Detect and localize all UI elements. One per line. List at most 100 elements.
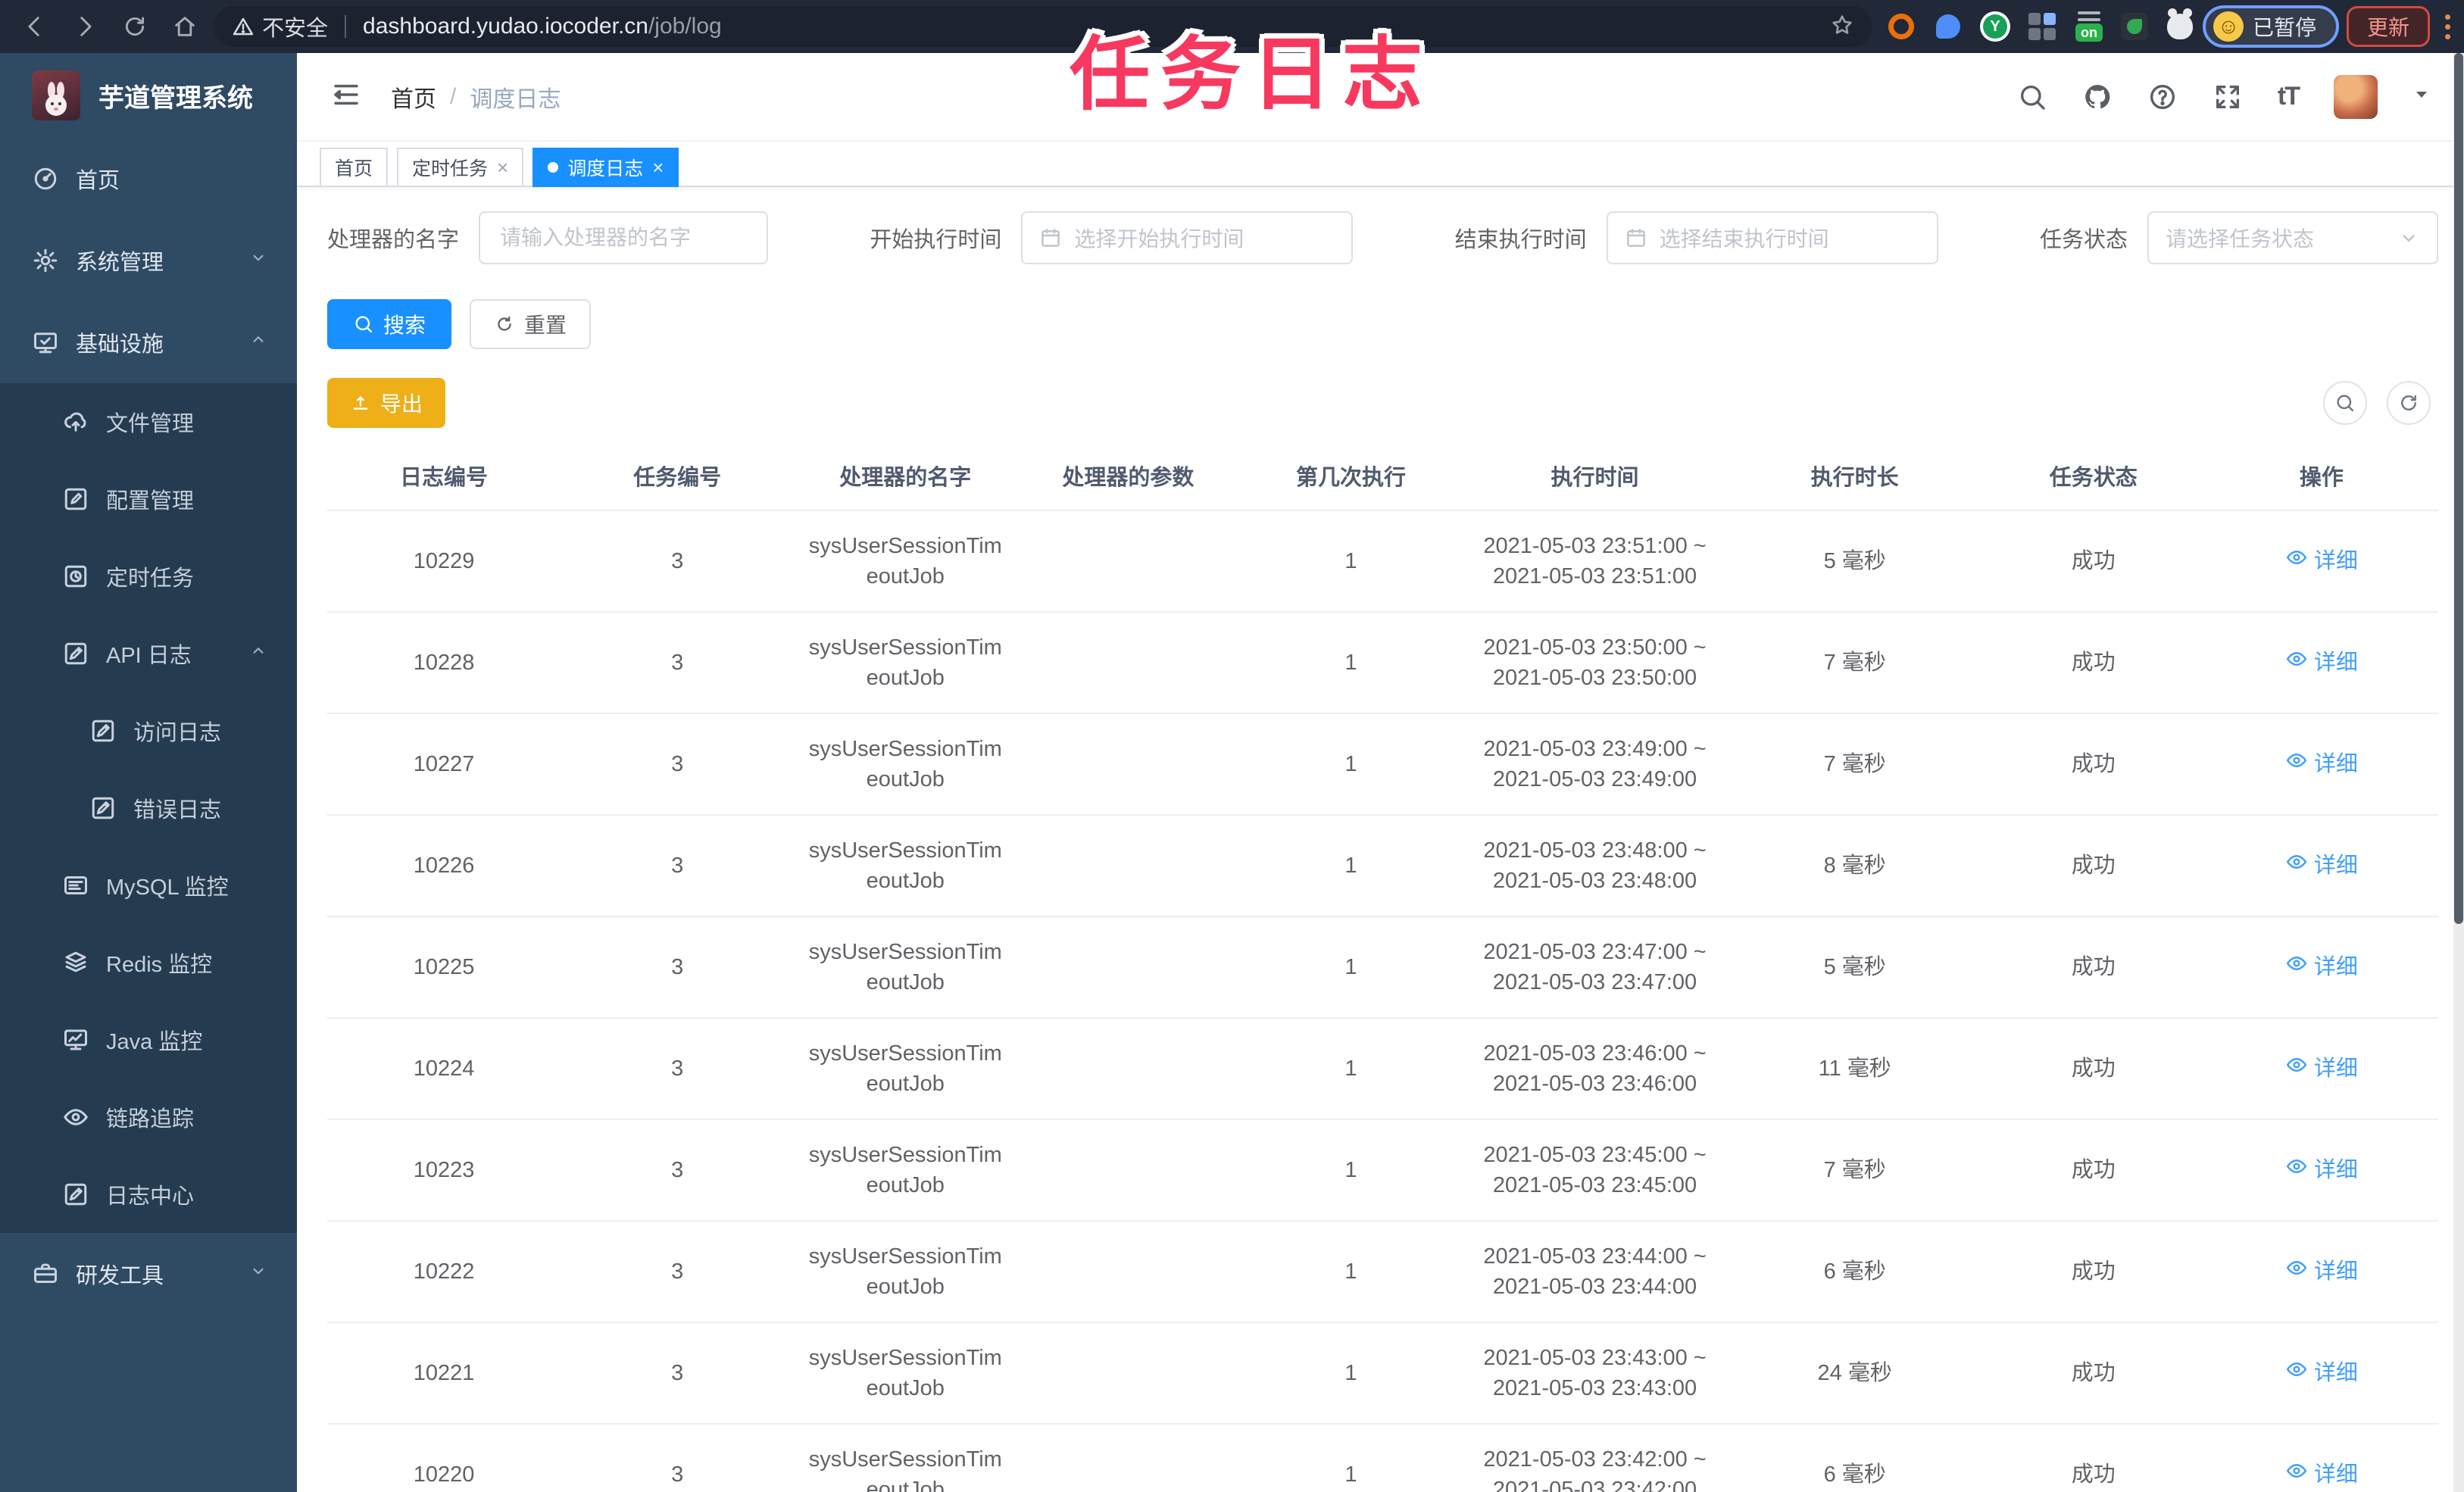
tab-job-log-active[interactable]: 调度日志 × xyxy=(532,148,679,187)
back-icon[interactable] xyxy=(14,5,56,48)
breadcrumb-separator: / xyxy=(450,83,457,109)
sidebar-logo-row[interactable]: 芋道管理系统 xyxy=(0,53,297,138)
hamburger-icon[interactable] xyxy=(330,79,362,114)
sidebar-item-label: 错误日志 xyxy=(133,798,222,822)
tab-home[interactable]: 首页 xyxy=(320,148,389,187)
handler-name-label: 处理器的名字 xyxy=(327,228,460,252)
active-dot-icon xyxy=(548,162,559,173)
export-button[interactable]: 导出 xyxy=(327,378,446,428)
sidebar-item-0[interactable]: 首页 xyxy=(0,138,297,220)
column-header: 执行时间 xyxy=(1462,442,1728,511)
sidebar-item-11[interactable]: Java 监控 xyxy=(0,1001,297,1078)
cell-execute-index: 1 xyxy=(1239,510,1463,613)
end-time-picker[interactable]: 选择结束执行时间 xyxy=(1606,211,1938,264)
sidebar-item-12[interactable]: 链路追踪 xyxy=(0,1078,297,1156)
address-bar[interactable]: 不安全 dashboard.yudao.iocoder.cn/job/log xyxy=(214,6,1872,47)
table-toolbar: 导出 xyxy=(327,378,2438,428)
extension-green-y-icon[interactable]: Y xyxy=(1980,11,2010,42)
fullscreen-icon[interactable] xyxy=(2213,82,2243,112)
detail-link[interactable]: 详细 xyxy=(2285,1053,2358,1085)
app-logo xyxy=(32,70,80,120)
search-button[interactable]: 搜索 xyxy=(327,299,452,349)
browser-profile-chip[interactable]: ☺ 已暂停 xyxy=(2203,5,2340,48)
chrome-menu-icon[interactable] xyxy=(2437,14,2458,39)
sidebar-item-13[interactable]: 日志中心 xyxy=(0,1156,297,1233)
detail-link[interactable]: 详细 xyxy=(2285,749,2358,780)
reset-button[interactable]: 重置 xyxy=(470,299,592,349)
sidebar-item-label: 访问日志 xyxy=(133,721,222,745)
status-select[interactable]: 请选择任务状态 xyxy=(2147,211,2438,264)
sidebar-item-4[interactable]: 配置管理 xyxy=(0,460,297,538)
caret-down-icon[interactable] xyxy=(2412,86,2431,108)
chevron-down-icon xyxy=(2403,235,2415,242)
toggle-search-button[interactable] xyxy=(2323,381,2367,425)
extension-paw-icon[interactable] xyxy=(2165,8,2195,42)
extension-on-badge-icon[interactable]: on xyxy=(2074,11,2104,42)
extension-leaf-icon[interactable] xyxy=(2121,13,2148,40)
sidebar-item-label: 日志中心 xyxy=(106,1185,195,1209)
sidebar-item-14[interactable]: 研发工具 xyxy=(0,1233,297,1315)
cell-duration: 5 毫秒 xyxy=(1727,510,1982,613)
sidebar-item-1[interactable]: 系统管理 xyxy=(0,220,297,301)
cell-actions: 详细 xyxy=(2204,815,2438,917)
home-icon[interactable] xyxy=(164,5,206,48)
search-icon[interactable] xyxy=(2017,82,2047,112)
close-icon[interactable]: × xyxy=(497,158,508,177)
reload-icon[interactable] xyxy=(114,5,156,48)
java-icon xyxy=(62,1026,89,1053)
forward-icon[interactable] xyxy=(64,5,106,48)
cell-actions: 详细 xyxy=(2204,1424,2438,1492)
cell-actions: 详细 xyxy=(2204,916,2438,1019)
url-text[interactable]: dashboard.yudao.iocoder.cn/job/log xyxy=(363,14,722,39)
sidebar-item-8[interactable]: 错误日志 xyxy=(0,769,297,847)
tab-timed-task[interactable]: 定时任务 × xyxy=(397,148,524,187)
sidebar-item-9[interactable]: MySQL 监控 xyxy=(0,847,297,924)
not-secure-badge[interactable]: 不安全 xyxy=(232,11,328,42)
close-icon[interactable]: × xyxy=(652,158,664,177)
page-scrollbar[interactable] xyxy=(2453,53,2464,1492)
breadcrumb-home[interactable]: 首页 xyxy=(391,80,436,114)
user-avatar[interactable] xyxy=(2334,74,2378,119)
handler-name-input[interactable] xyxy=(479,211,769,264)
begin-time-picker[interactable]: 选择开始执行时间 xyxy=(1021,211,1354,264)
sidebar-item-7[interactable]: 访问日志 xyxy=(0,692,297,769)
sidebar-item-3[interactable]: 文件管理 xyxy=(0,383,297,460)
cell-job-id: 3 xyxy=(561,1322,795,1425)
detail-link[interactable]: 详细 xyxy=(2285,1459,2358,1490)
sidebar-item-2[interactable]: 基础设施 xyxy=(0,301,297,383)
github-icon[interactable] xyxy=(2082,82,2113,112)
detail-link[interactable]: 详细 xyxy=(2285,1256,2358,1288)
detail-link[interactable]: 详细 xyxy=(2285,851,2358,882)
detail-link-label: 详细 xyxy=(2313,1158,2358,1182)
help-icon[interactable] xyxy=(2147,82,2178,112)
sidebar-item-label: 基础设施 xyxy=(76,332,164,357)
detail-link[interactable]: 详细 xyxy=(2285,952,2358,983)
sidebar-item-10[interactable]: Redis 监控 xyxy=(0,924,297,1001)
detail-link[interactable]: 详细 xyxy=(2285,546,2358,577)
font-size-icon[interactable]: tT xyxy=(2278,82,2300,111)
cell-handler-name: sysUserSessionTim eoutJob xyxy=(794,1221,1017,1323)
cell-handler-param xyxy=(1017,713,1240,816)
bookmark-star-icon[interactable] xyxy=(1830,13,1854,41)
cell-execute-time: 2021-05-03 23:47:00 ~ 2021-05-03 23:47:0… xyxy=(1462,916,1728,1019)
extension-grid-icon[interactable] xyxy=(2027,11,2057,42)
detail-link[interactable]: 详细 xyxy=(2285,1155,2358,1186)
table-row: 10225 3 sysUserSessionTim eoutJob 1 2021-05-… xyxy=(327,916,2438,1019)
cell-status: 成功 xyxy=(1982,1119,2205,1222)
scrollbar-thumb[interactable] xyxy=(2454,53,2463,924)
detail-link[interactable]: 详细 xyxy=(2285,1358,2358,1389)
sidebar-item-6[interactable]: API 日志 xyxy=(0,615,297,692)
refresh-table-button[interactable] xyxy=(2387,381,2431,425)
detail-link[interactable]: 详细 xyxy=(2285,648,2358,679)
log-edit-icon xyxy=(89,717,117,744)
sidebar-item-5[interactable]: 定时任务 xyxy=(0,538,297,615)
cell-actions: 详细 xyxy=(2204,713,2438,816)
chrome-update-button[interactable]: 更新 xyxy=(2347,6,2431,47)
sidebar-item-label: 定时任务 xyxy=(106,567,195,591)
cell-handler-param xyxy=(1017,916,1240,1019)
cell-handler-name: sysUserSessionTim eoutJob xyxy=(794,1018,1017,1120)
cell-log-id: 10221 xyxy=(327,1322,561,1425)
extension-blue-drop-icon[interactable] xyxy=(1933,11,1963,42)
cloud-upload-icon xyxy=(62,408,89,435)
extension-orange-ring-icon[interactable] xyxy=(1886,11,1916,42)
